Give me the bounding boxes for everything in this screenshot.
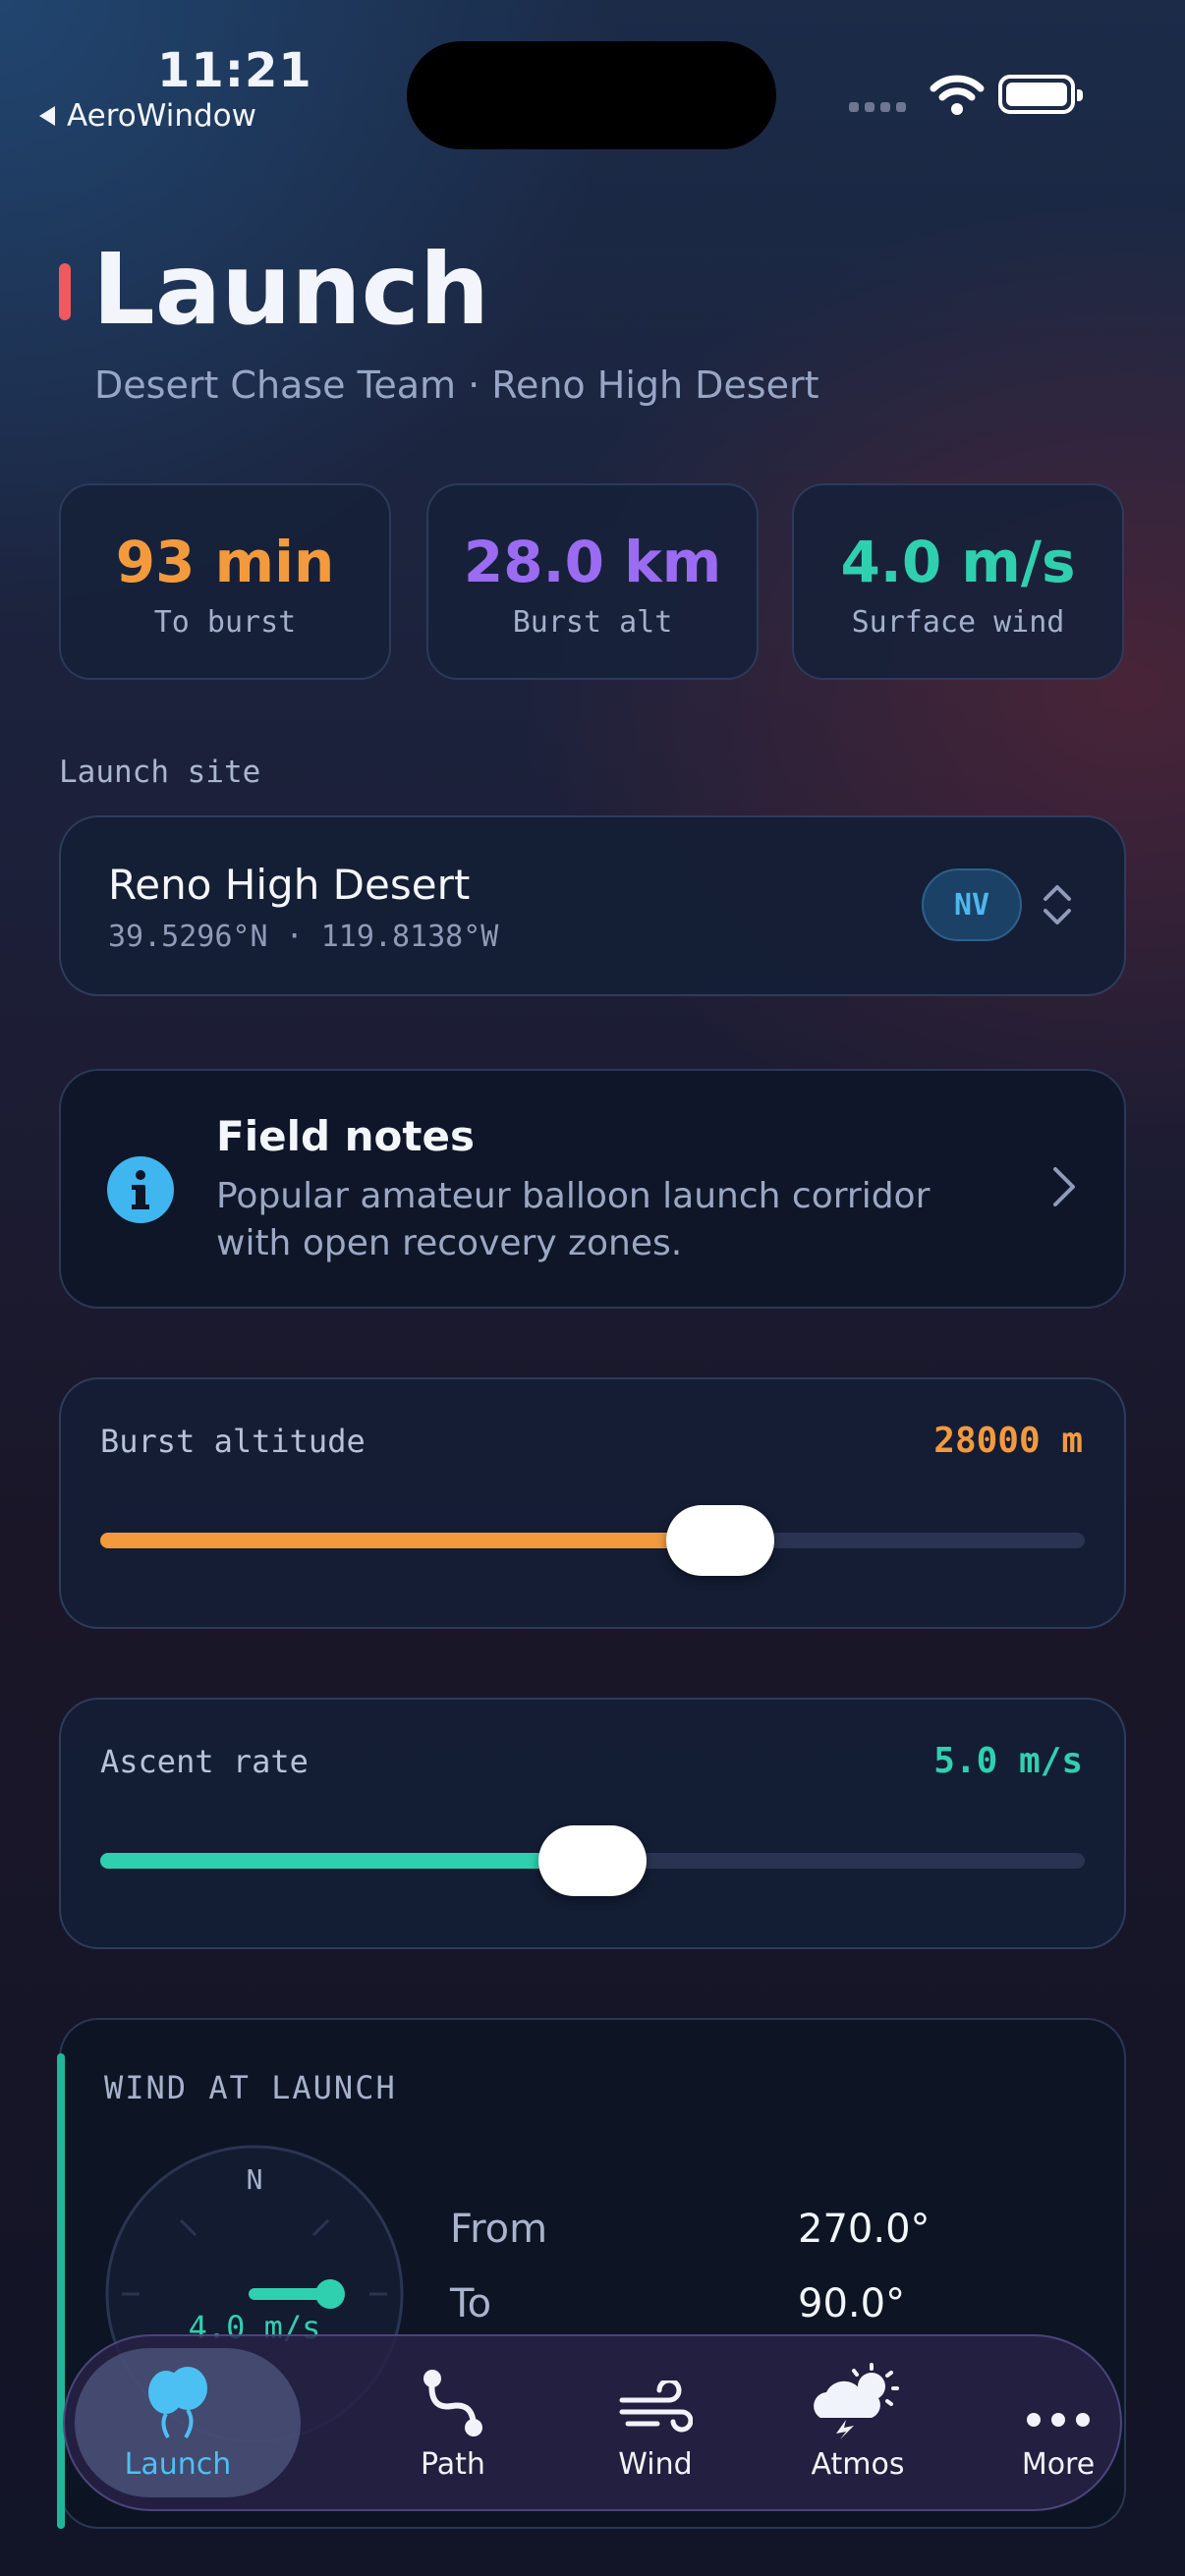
wind-to-value: 90.0° (798, 2281, 906, 2326)
more-icon (1027, 2413, 1090, 2427)
ascent-rate-card: Ascent rate 5.0 m/s (59, 1698, 1126, 1949)
tab-launch[interactable]: Launch (75, 2336, 301, 2509)
info-icon (107, 1156, 174, 1223)
ascent-rate-fill (100, 1853, 592, 1869)
stat-value: 28.0 km (463, 529, 722, 595)
storm-sun-icon (814, 2363, 899, 2439)
launch-site-picker[interactable]: Reno High Desert 39.5296°N · 119.8138°W … (59, 815, 1126, 996)
burst-altitude-slider[interactable] (100, 1505, 1085, 1576)
stat-label: Burst alt (512, 605, 673, 640)
compass-north-label: N (247, 2163, 263, 2196)
back-to-app-button[interactable]: AeroWindow (37, 98, 256, 134)
wind-from-label: From (450, 2207, 548, 2252)
tab-bar: Launch Path Wind Atmos More (63, 2334, 1122, 2511)
balloons-icon (148, 2367, 207, 2439)
tab-label: Launch (124, 2447, 232, 2482)
dynamic-island (407, 41, 776, 149)
wifi-icon (930, 75, 985, 115)
chevron-right-icon (1053, 1167, 1075, 1206)
ascent-rate-label: Ascent rate (100, 1743, 309, 1780)
stat-value: 93 min (115, 529, 335, 595)
tab-label: Wind (618, 2447, 693, 2482)
battery-icon (998, 75, 1083, 114)
ascent-rate-value: 5.0 m/s (933, 1741, 1083, 1781)
back-app-label: AeroWindow (67, 98, 256, 134)
launch-site-name: Reno High Desert (108, 861, 471, 909)
wind-from-value: 270.0° (798, 2207, 931, 2252)
burst-altitude-value: 28000 m (933, 1421, 1083, 1461)
field-notes-card[interactable]: Field notes Popular amateur balloon laun… (59, 1069, 1126, 1309)
wind-to-label: To (450, 2281, 492, 2326)
stat-surface-wind: 4.0 m/s Surface wind (792, 483, 1124, 680)
wind-card-accent-bar (57, 2053, 65, 2529)
stat-to-burst: 93 min To burst (59, 483, 391, 680)
ascent-rate-thumb[interactable] (538, 1825, 647, 1896)
path-icon (423, 2370, 482, 2436)
launch-site-coords: 39.5296°N · 119.8138°W (108, 920, 499, 954)
stat-label: Surface wind (851, 605, 1065, 640)
tab-label: Atmos (811, 2447, 905, 2482)
tab-atmos[interactable]: Atmos (755, 2336, 961, 2509)
title-accent-bar (59, 263, 71, 320)
burst-altitude-card: Burst altitude 28000 m (59, 1377, 1126, 1629)
burst-altitude-fill (100, 1533, 721, 1548)
field-notes-body: Popular amateur balloon launch corridor … (216, 1176, 931, 1263)
cellular-signal-icon (849, 102, 906, 112)
back-triangle-icon (39, 106, 55, 126)
wind-card-title: WIND AT LAUNCH (104, 2069, 397, 2106)
stat-label: To burst (153, 605, 297, 640)
page-subtitle: Desert Chase Team · Reno High Desert (94, 364, 819, 407)
tab-more[interactable]: More (955, 2336, 1161, 2509)
state-badge: NV (922, 868, 1022, 941)
wind-icon (619, 2380, 693, 2433)
burst-altitude-thumb[interactable] (666, 1505, 775, 1576)
ascent-rate-slider[interactable] (100, 1825, 1085, 1896)
status-time: 11:21 (157, 43, 312, 98)
tab-label: Path (421, 2447, 485, 2482)
launch-site-section-label: Launch site (59, 755, 261, 790)
page-title: Launch (92, 232, 490, 347)
stat-value: 4.0 m/s (840, 529, 1076, 595)
tab-path[interactable]: Path (350, 2336, 556, 2509)
tab-label: More (1021, 2447, 1096, 2482)
burst-altitude-label: Burst altitude (100, 1423, 366, 1460)
chevron-up-down-icon (1044, 885, 1071, 924)
field-notes-title: Field notes (216, 1112, 475, 1160)
stat-burst-alt: 28.0 km Burst alt (426, 483, 759, 680)
tab-wind[interactable]: Wind (552, 2336, 759, 2509)
